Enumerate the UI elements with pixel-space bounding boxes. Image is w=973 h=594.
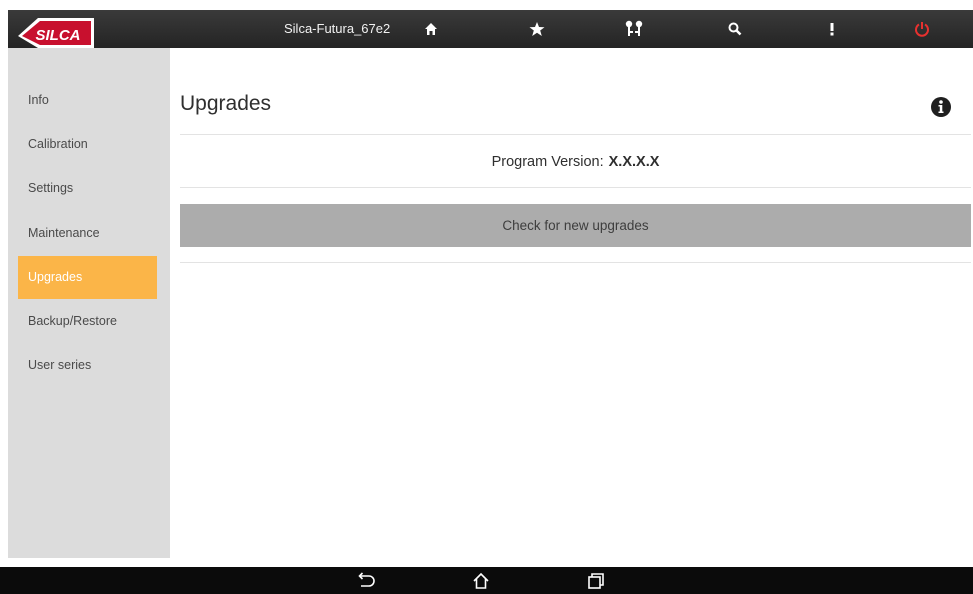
top-bar: SILCA Silca-Futura_67e2 bbox=[8, 10, 973, 48]
back-icon[interactable] bbox=[354, 570, 376, 592]
sidebar: Info Calibration Settings Maintenance Up… bbox=[8, 48, 170, 558]
recent-apps-icon[interactable] bbox=[585, 570, 607, 592]
sidebar-item-calibration[interactable]: Calibration bbox=[18, 123, 157, 166]
version-label: Program Version: bbox=[491, 154, 604, 170]
sidebar-item-backup-restore[interactable]: Backup/Restore bbox=[18, 300, 157, 343]
system-nav-bar bbox=[0, 567, 973, 594]
divider bbox=[180, 187, 971, 188]
sidebar-item-settings[interactable]: Settings bbox=[18, 167, 157, 210]
sidebar-item-label: User series bbox=[28, 358, 92, 372]
sidebar-item-label: Settings bbox=[28, 181, 74, 195]
info-icon[interactable] bbox=[930, 96, 952, 123]
silca-logo: SILCA bbox=[16, 14, 98, 52]
keys-icon[interactable] bbox=[623, 18, 645, 40]
more-icon[interactable] bbox=[821, 18, 843, 40]
sidebar-item-info[interactable]: Info bbox=[18, 79, 157, 122]
divider bbox=[180, 134, 971, 135]
svg-text:SILCA: SILCA bbox=[36, 27, 81, 44]
sidebar-item-label: Calibration bbox=[28, 137, 88, 151]
power-icon[interactable] bbox=[911, 18, 933, 40]
sidebar-item-label: Info bbox=[28, 93, 49, 107]
page-title: Upgrades bbox=[180, 92, 272, 115]
sidebar-item-user-series[interactable]: User series bbox=[18, 344, 157, 387]
sidebar-item-label: Maintenance bbox=[28, 226, 100, 240]
search-icon[interactable] bbox=[724, 18, 746, 40]
program-version: Program Version: X.X.X.X bbox=[180, 140, 971, 184]
divider bbox=[180, 262, 971, 263]
sidebar-item-label: Backup/Restore bbox=[28, 314, 117, 328]
version-value: X.X.X.X bbox=[608, 154, 660, 170]
sidebar-item-upgrades[interactable]: Upgrades bbox=[18, 256, 157, 299]
star-icon[interactable] bbox=[526, 18, 548, 40]
home-outline-icon[interactable] bbox=[470, 570, 492, 592]
home-icon[interactable] bbox=[420, 18, 442, 40]
sidebar-item-maintenance[interactable]: Maintenance bbox=[18, 212, 157, 255]
device-name: Silca-Futura_67e2 bbox=[284, 21, 391, 36]
check-upgrades-button[interactable]: Check for new upgrades bbox=[180, 204, 971, 247]
sidebar-item-label: Upgrades bbox=[28, 270, 83, 284]
